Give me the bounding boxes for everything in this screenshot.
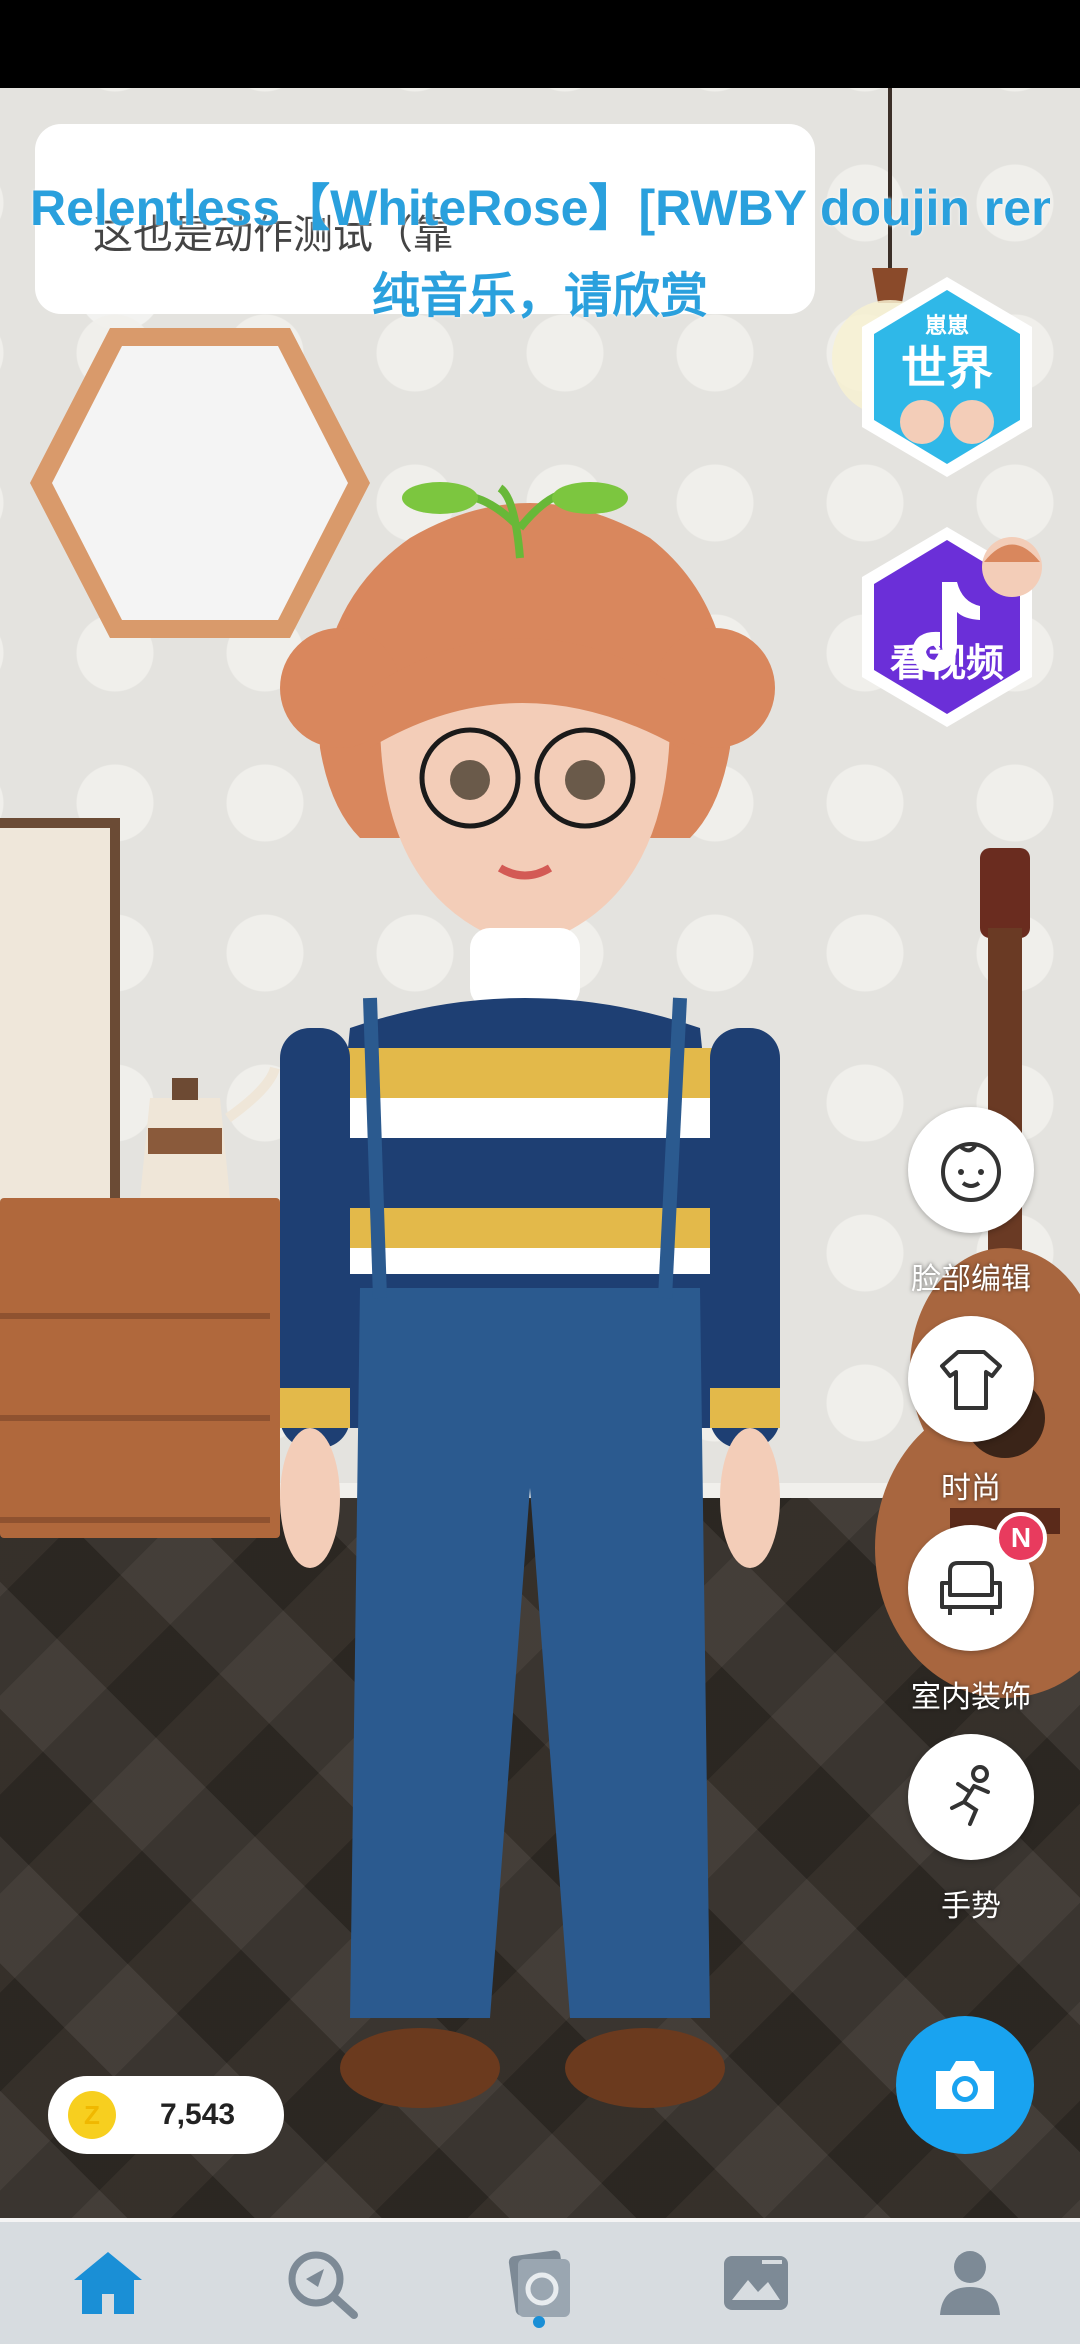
camera-icon [936, 2061, 994, 2109]
watch-video-label: 看视频 [889, 643, 1004, 685]
dresser-drawer [0, 1218, 270, 1319]
sofa-icon [940, 1561, 1002, 1615]
gallery-icon [724, 2256, 788, 2310]
lyric-song-title: Relentless【WhiteRose】[RWBY doujin ren [30, 180, 1050, 236]
world-badge-title: 世界 [901, 342, 993, 394]
coin-value: 7,543 [160, 2098, 236, 2131]
kettle-decor [140, 1066, 280, 1198]
nav-profile[interactable] [920, 2240, 1020, 2326]
explore-icon [288, 2251, 358, 2319]
bottom-navigation [0, 2218, 1080, 2344]
coin-balance[interactable]: Z 7,543 [48, 2076, 284, 2154]
dresser-drawer [0, 1320, 270, 1421]
nav-home[interactable] [58, 2240, 158, 2326]
camera-button[interactable] [896, 2016, 1034, 2154]
profile-icon [940, 2251, 1000, 2315]
new-notification-badge: N [995, 1512, 1047, 1564]
world-badge-button[interactable]: 崽崽 世界 [852, 272, 1042, 482]
gesture-button[interactable] [908, 1734, 1034, 1860]
shirt-icon [940, 1350, 1002, 1410]
face-icon [941, 1142, 1001, 1202]
coin-icon: Z [68, 2091, 116, 2139]
gesture-label: 手势 [941, 1890, 1001, 1923]
wooden-dresser [0, 1198, 280, 1538]
dresser-drawer [0, 1422, 270, 1523]
watch-video-badge-button[interactable]: 看视频 [852, 522, 1042, 732]
interior-label: 室内装饰 [911, 1681, 1031, 1714]
nav-gallery[interactable] [706, 2240, 806, 2326]
face-edit-button[interactable] [908, 1107, 1034, 1233]
home-icon [74, 2252, 142, 2314]
nav-explore[interactable] [272, 2240, 372, 2326]
nav-create[interactable] [490, 2240, 590, 2326]
tiktok-icon [862, 527, 1042, 727]
fashion-label: 时尚 [941, 1472, 1001, 1505]
fashion-button[interactable] [908, 1316, 1034, 1442]
face-edit-label: 脸部编辑 [911, 1263, 1031, 1296]
avatar-character[interactable] [270, 388, 790, 2168]
active-tab-indicator [533, 2316, 545, 2328]
photo-studio-icon [508, 2250, 570, 2317]
gesture-icon [950, 1765, 990, 1826]
status-bar [0, 0, 1080, 88]
